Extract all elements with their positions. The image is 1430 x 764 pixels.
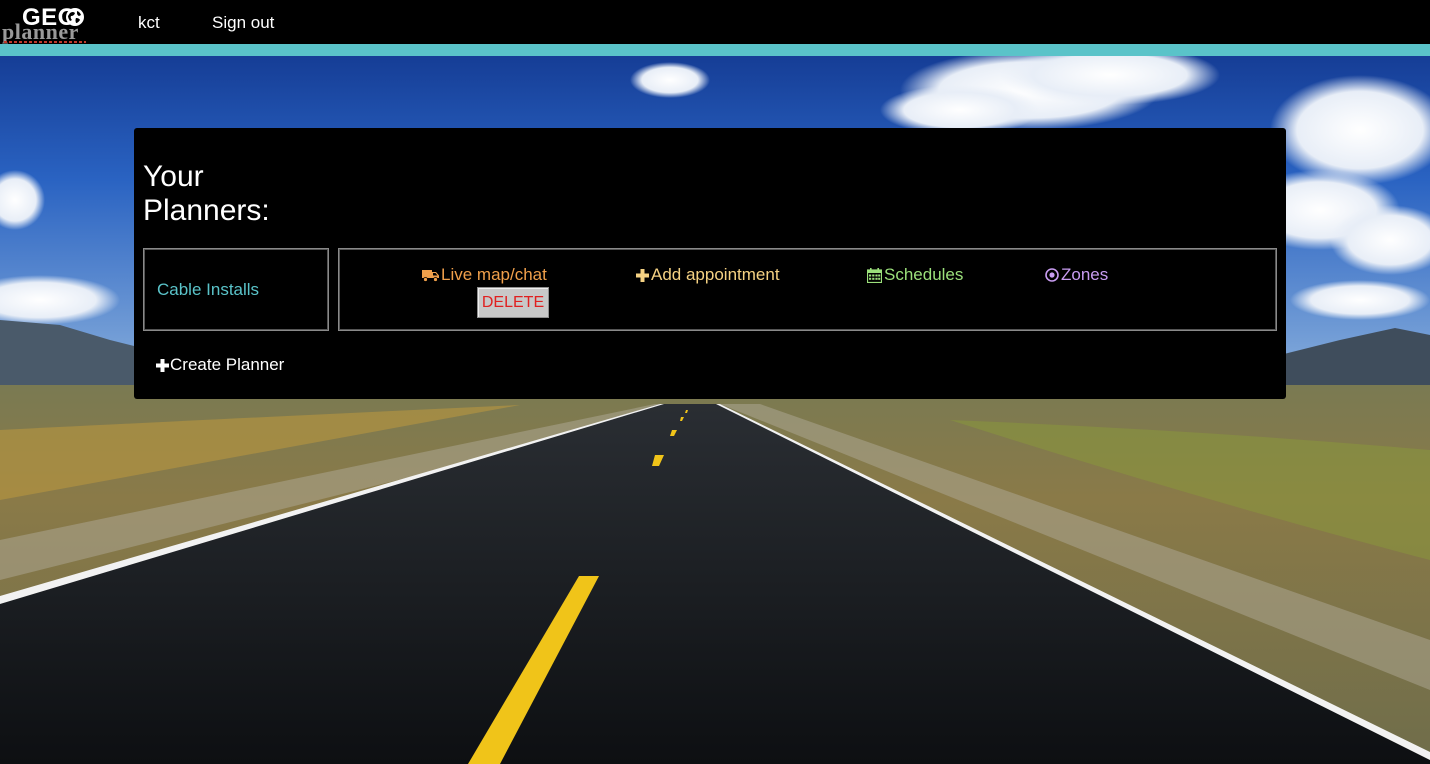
- logo-underline: [4, 41, 86, 43]
- signout-link[interactable]: Sign out: [212, 13, 274, 33]
- plus-icon: [636, 268, 649, 282]
- plus-icon: [156, 358, 169, 372]
- schedules-label: Schedules: [884, 265, 964, 284]
- navbar-accent-bar: [0, 44, 1430, 56]
- add-appointment-link[interactable]: Add appointment: [636, 265, 780, 285]
- zones-label: Zones: [1061, 265, 1109, 284]
- planner-name-link[interactable]: Cable Installs: [157, 280, 259, 300]
- top-navbar: GEO planner kct Sign out: [0, 0, 1430, 44]
- planners-panel: Your Planners: Cable Installs Live map/c…: [134, 128, 1286, 399]
- schedules-link[interactable]: Schedules: [867, 265, 963, 285]
- planner-actions-cell: Live map/chat Add appointment Schedules …: [338, 248, 1277, 331]
- geo-planner-logo[interactable]: GEO planner: [2, 2, 92, 44]
- target-icon: [1045, 268, 1059, 282]
- page-title: Your Planners:: [143, 160, 303, 228]
- nav-user-link[interactable]: kct: [138, 13, 160, 33]
- planner-name-cell: Cable Installs: [143, 248, 329, 331]
- live-map-chat-label: Live map/chat: [441, 265, 547, 284]
- zones-link[interactable]: Zones: [1045, 265, 1108, 285]
- delete-planner-button[interactable]: DELETE: [477, 287, 549, 318]
- page-title-line2: Planners:: [143, 194, 270, 227]
- calendar-icon: [867, 267, 882, 283]
- add-appointment-label: Add appointment: [651, 265, 780, 284]
- page-title-line1: Your: [143, 160, 204, 193]
- create-planner-label: Create Planner: [170, 355, 285, 374]
- truck-icon: [422, 269, 439, 282]
- create-planner-link[interactable]: Create Planner: [156, 355, 284, 375]
- live-map-chat-link[interactable]: Live map/chat: [422, 265, 547, 285]
